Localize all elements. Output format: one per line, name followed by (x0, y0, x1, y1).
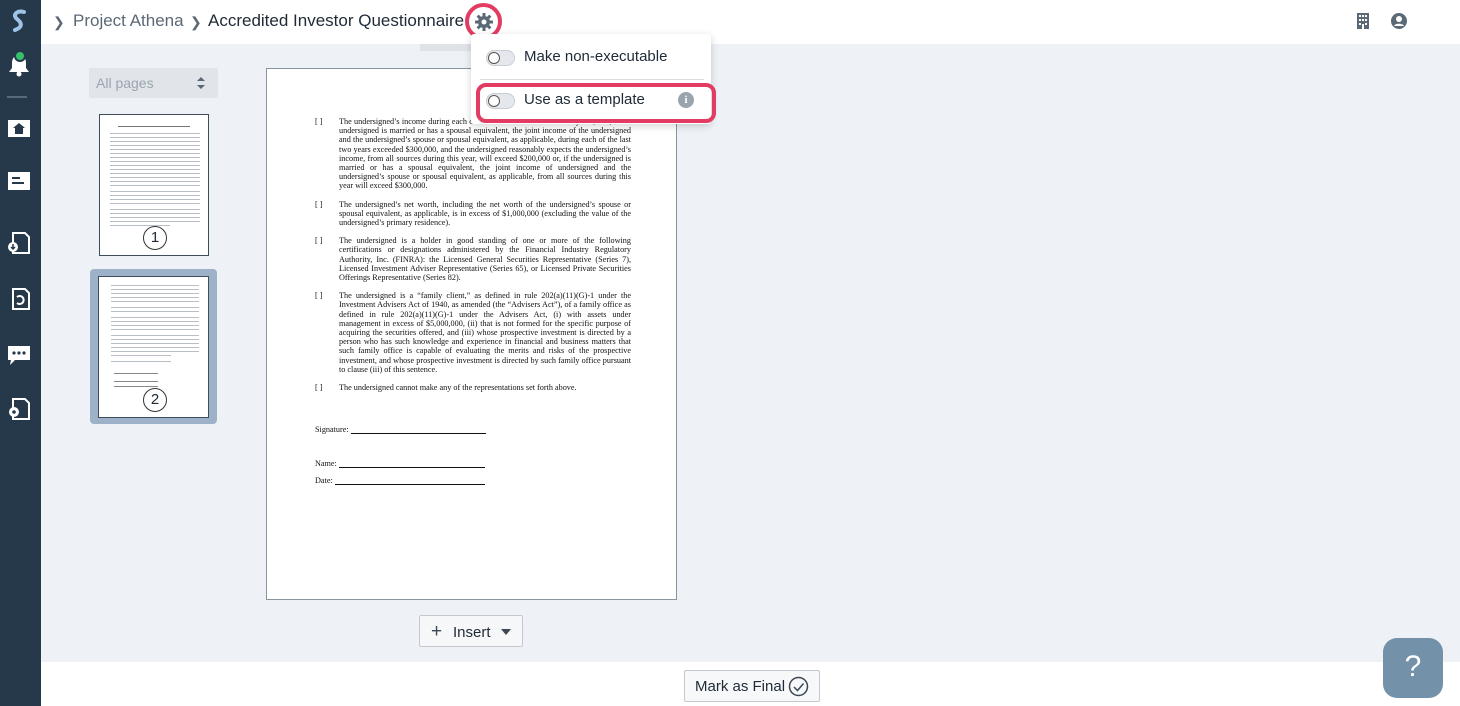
sync-doc-icon[interactable] (5, 286, 33, 312)
chevron-down-icon (501, 629, 511, 635)
chevron-right-icon: ❯ (53, 14, 65, 30)
thumbnail-number: 2 (143, 388, 167, 412)
check-circle-icon (788, 676, 809, 697)
user-icon[interactable] (1390, 12, 1408, 30)
notification-dot (14, 50, 26, 62)
insert-label: Insert (453, 624, 491, 641)
checkbox-bracket[interactable]: [ ] (315, 291, 339, 374)
breadcrumb-project[interactable]: Project Athena (73, 11, 184, 31)
insert-button[interactable]: + Insert (419, 615, 523, 647)
date-label: Date: (315, 476, 333, 485)
checklist-item: [ ] The undersigned’s income during each… (315, 117, 631, 191)
select-arrows-icon (197, 77, 205, 89)
thumbnail-number: 1 (143, 226, 167, 250)
settings-doc-icon[interactable] (5, 396, 33, 422)
left-nav (0, 0, 41, 706)
document-list-icon[interactable] (5, 168, 33, 194)
footer-bar: Mark as Final (41, 662, 1460, 706)
date-blank (334, 484, 485, 485)
checkbox-bracket[interactable]: [ ] (315, 117, 339, 191)
name-label: Name: (315, 459, 337, 468)
tab-stub (420, 44, 472, 51)
item-text: The undersigned is a “family client,” as… (339, 291, 631, 374)
checklist-item: [ ] The undersigned cannot make any of t… (315, 383, 631, 392)
home-icon[interactable] (5, 115, 33, 141)
highlight-ring (476, 83, 716, 123)
nav-divider (7, 96, 27, 98)
signature-label: Signature: (315, 425, 349, 434)
mark-as-final-button[interactable]: Mark as Final (684, 670, 820, 702)
gear-icon (474, 12, 493, 31)
name-line[interactable]: Name: (315, 459, 485, 468)
checkbox-bracket[interactable]: [ ] (315, 200, 339, 228)
item-text: The undersigned’s net worth, including t… (339, 199, 631, 228)
page-thumbnail-2[interactable]: 2 (98, 276, 209, 418)
document-page[interactable]: [ ] The undersigned’s income during each… (266, 68, 677, 600)
mark-as-final-label: Mark as Final (695, 678, 786, 695)
signature-blank (350, 433, 486, 434)
page-title: Accredited Investor Questionnaire (208, 11, 465, 30)
download-doc-icon[interactable] (5, 230, 33, 256)
item-text: The undersigned’s income during each of … (339, 117, 631, 191)
checklist-item: [ ] The undersigned is a holder in good … (315, 236, 631, 282)
help-button[interactable]: ? (1383, 638, 1443, 698)
signature-line[interactable]: Signature: (315, 425, 486, 434)
menu-item-label: Make non-executable (524, 48, 668, 65)
plus-icon: + (431, 621, 443, 642)
date-line[interactable]: Date: (315, 476, 485, 485)
pages-select-value: All pages (96, 75, 154, 91)
menu-divider (480, 79, 704, 80)
top-bar: ❯ Project Athena ❯ Accredited Investor Q… (41, 0, 1460, 44)
document-body: [ ] The undersigned’s income during each… (315, 117, 631, 401)
non-executable-toggle[interactable] (486, 50, 515, 66)
pages-select[interactable]: All pages (89, 68, 218, 98)
chevron-right-icon: ❯ (190, 14, 202, 30)
page-thumbnail-1[interactable]: 1 (99, 114, 209, 256)
app-logo-icon[interactable] (9, 8, 29, 34)
chat-icon[interactable] (5, 342, 33, 368)
checkbox-bracket[interactable]: [ ] (315, 383, 339, 392)
menu-item-non-executable[interactable]: Make non-executable (471, 39, 711, 75)
name-blank (338, 467, 485, 468)
checklist-item: [ ] The undersigned is a “family client,… (315, 291, 631, 374)
item-text: The undersigned is a holder in good stan… (339, 236, 631, 283)
building-icon[interactable] (1354, 12, 1372, 30)
checklist-item: [ ] The undersigned’s net worth, includi… (315, 200, 631, 228)
checkbox-bracket[interactable]: [ ] (315, 236, 339, 282)
item-text: The undersigned cannot make any of the r… (339, 383, 577, 393)
